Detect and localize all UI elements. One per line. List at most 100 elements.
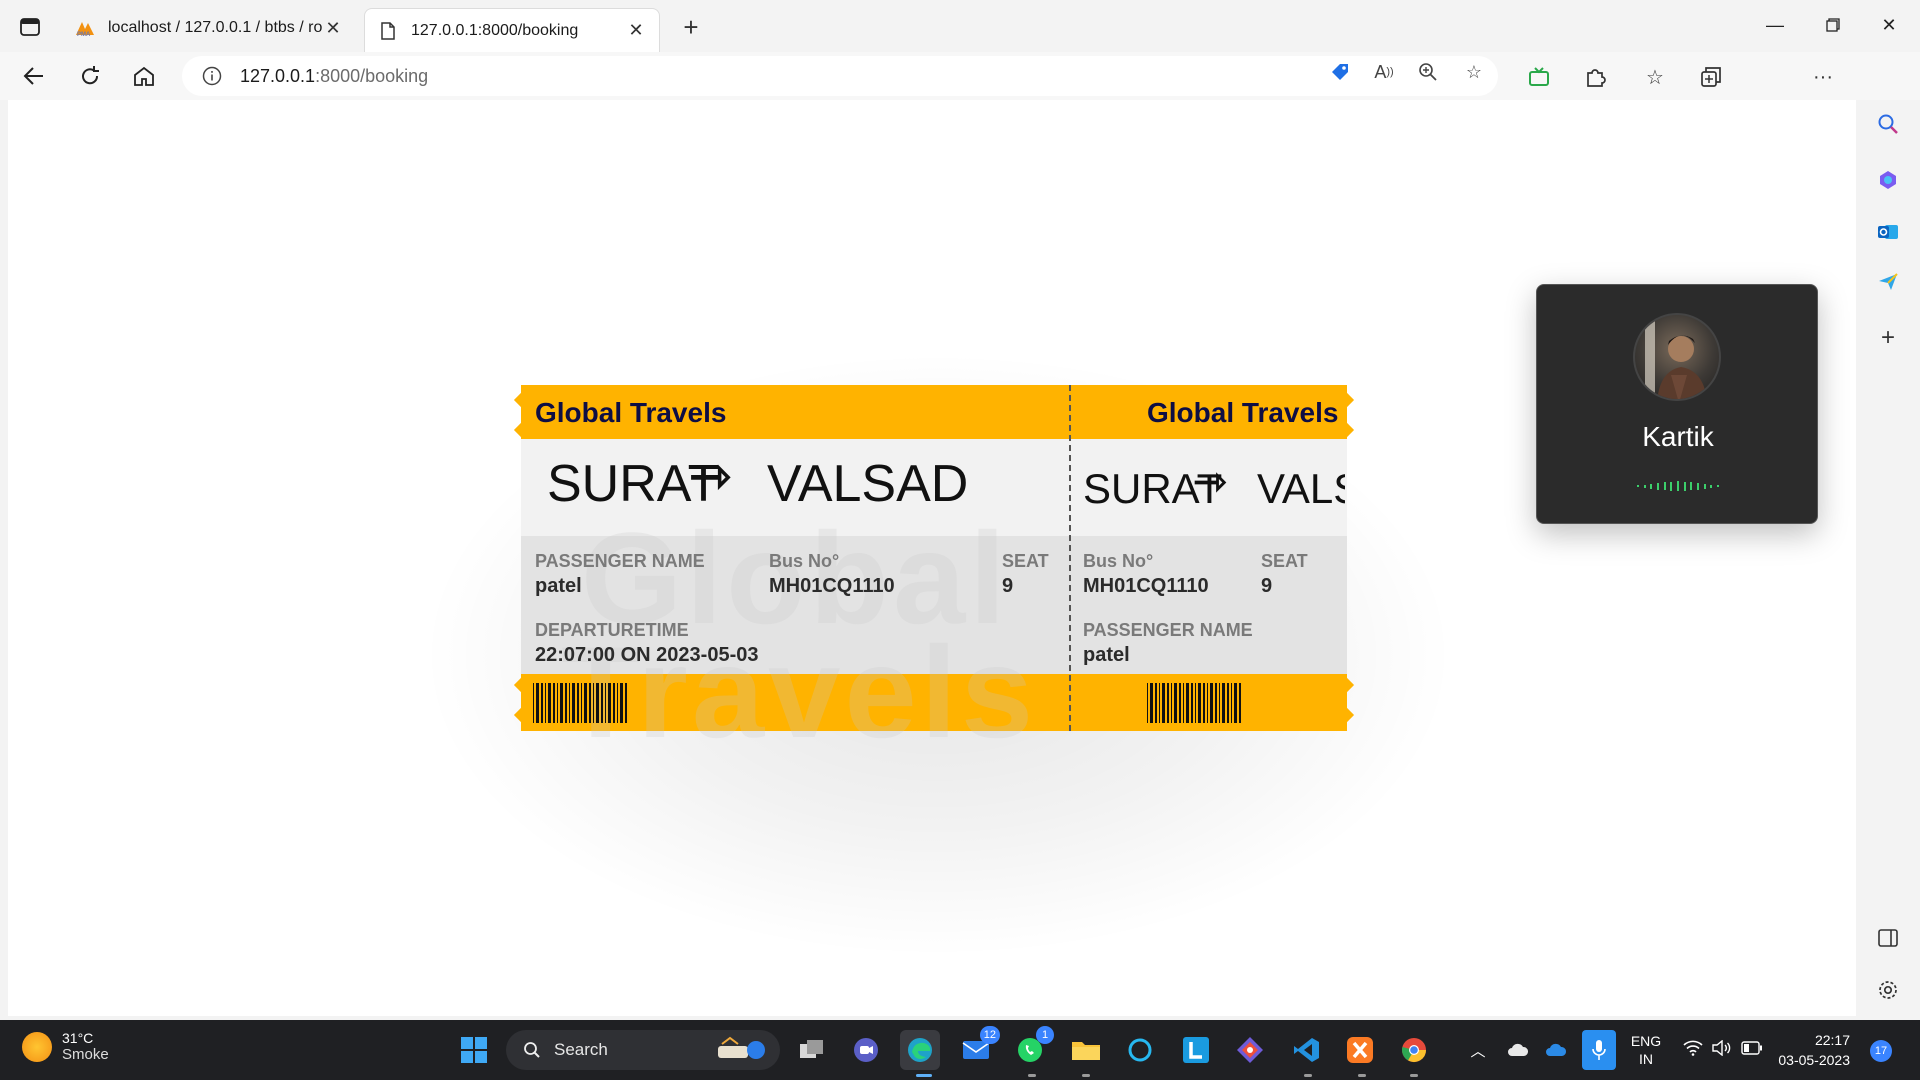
file-explorer-icon[interactable] bbox=[1066, 1030, 1106, 1070]
browser-toolbar: 127.0.0.1:8000/booking A)) ☆ ☆ ··· b bbox=[0, 52, 1920, 146]
cloud-icon[interactable] bbox=[1504, 1030, 1532, 1070]
bus-no-value-stub: MH01CQ1110 bbox=[1083, 575, 1209, 597]
arrow-right-icon: ⇾ bbox=[689, 448, 731, 504]
search-highlight-icon bbox=[712, 1036, 770, 1069]
system-clock[interactable]: 22:17 03-05-2023 bbox=[1776, 1030, 1850, 1070]
shopping-tag-icon[interactable] bbox=[1326, 60, 1354, 84]
whatsapp-icon[interactable]: 1 bbox=[1010, 1026, 1054, 1070]
close-tab-icon[interactable]: ✕ bbox=[625, 20, 647, 42]
wave-bar bbox=[1663, 482, 1666, 490]
more-options-icon[interactable]: ··· bbox=[1808, 62, 1838, 92]
seat-label-stub: SEAT bbox=[1261, 551, 1308, 571]
favorites-icon[interactable]: ☆ bbox=[1640, 62, 1670, 92]
language-indicator[interactable]: ENG IN bbox=[1626, 1030, 1666, 1070]
tab-phpmyadmin[interactable]: PMA localhost / 127.0.0.1 / btbs / rout … bbox=[62, 8, 356, 48]
xampp-icon[interactable] bbox=[1340, 1030, 1380, 1070]
microphone-icon[interactable] bbox=[1582, 1030, 1616, 1070]
vscode-icon[interactable] bbox=[1286, 1030, 1326, 1070]
tab-booking[interactable]: 127.0.0.1:8000/booking ✕ bbox=[364, 8, 660, 52]
edge-browser-icon[interactable] bbox=[900, 1030, 940, 1070]
barcode bbox=[533, 683, 629, 723]
chrome-icon[interactable] bbox=[1394, 1030, 1434, 1070]
running-indicator bbox=[1410, 1074, 1418, 1077]
back-arrow-icon[interactable] bbox=[16, 58, 52, 94]
bus-no-value: MH01CQ1110 bbox=[769, 575, 895, 597]
passenger-name-value: patel bbox=[535, 575, 582, 597]
wave-bar bbox=[1716, 485, 1719, 487]
info-icon[interactable] bbox=[200, 64, 224, 88]
sun-haze-icon bbox=[22, 1031, 52, 1062]
url-text[interactable]: 127.0.0.1:8000/booking bbox=[240, 66, 428, 87]
send-icon[interactable] bbox=[1872, 266, 1904, 298]
new-tab-button[interactable]: + bbox=[676, 12, 706, 42]
brand-title: Global Travels bbox=[535, 397, 727, 428]
notification-count-badge[interactable]: 17 bbox=[1870, 1040, 1892, 1062]
running-indicator bbox=[1304, 1074, 1312, 1077]
passenger-name-label: PASSENGER NAME bbox=[535, 551, 705, 571]
taskbar-search[interactable]: Search bbox=[506, 1030, 780, 1070]
language-code: ENG bbox=[1630, 1033, 1662, 1049]
wave-bar bbox=[1670, 481, 1673, 491]
search-icon[interactable] bbox=[1872, 108, 1904, 140]
git-app-icon[interactable] bbox=[1230, 1030, 1270, 1070]
search-placeholder: Search bbox=[554, 1040, 608, 1059]
add-favorite-icon[interactable]: ☆ bbox=[1460, 60, 1488, 84]
wave-bar bbox=[1637, 485, 1639, 487]
restore-button[interactable] bbox=[1810, 10, 1856, 40]
outlook-icon[interactable] bbox=[1872, 216, 1904, 248]
show-hidden-icons-icon[interactable]: ︿ bbox=[1466, 1030, 1490, 1070]
tab-actions-icon[interactable] bbox=[14, 14, 46, 40]
windows-taskbar: 31°C Smoke Search 12 1 ︿ ENG IN 22:17 03… bbox=[0, 1020, 1920, 1080]
task-view-icon[interactable] bbox=[792, 1030, 832, 1070]
copilot-icon[interactable] bbox=[1872, 164, 1904, 196]
zoom-icon[interactable] bbox=[1414, 60, 1442, 84]
wave-bar bbox=[1650, 483, 1653, 489]
onedrive-icon[interactable] bbox=[1542, 1030, 1570, 1070]
wave-bar bbox=[1690, 482, 1693, 490]
passenger-name-label-stub: PASSENGER NAME bbox=[1083, 620, 1253, 640]
wave-bar bbox=[1703, 483, 1706, 489]
weather-temperature: 31°C bbox=[62, 1030, 94, 1046]
windows-start-icon[interactable] bbox=[454, 1030, 494, 1070]
mail-badge: 12 bbox=[979, 1026, 1000, 1044]
address-bar[interactable]: 127.0.0.1:8000/booking bbox=[182, 56, 1498, 96]
cortana-icon[interactable] bbox=[1120, 1030, 1160, 1070]
read-aloud-icon[interactable]: A)) bbox=[1370, 60, 1398, 84]
collections-icon[interactable] bbox=[1696, 62, 1726, 92]
seat-value-stub: 9 bbox=[1261, 575, 1273, 597]
l-app-icon[interactable] bbox=[1176, 1030, 1216, 1070]
add-icon[interactable]: + bbox=[1872, 322, 1904, 354]
bus-ticket: Global Travels Global Travels Global Tra… bbox=[513, 385, 1355, 765]
close-tab-icon[interactable]: ✕ bbox=[322, 17, 344, 39]
mail-icon[interactable]: 12 bbox=[956, 1026, 1000, 1070]
weather-description: Smoke bbox=[62, 1046, 109, 1063]
minimize-button[interactable]: — bbox=[1752, 10, 1798, 40]
call-popup[interactable]: Kartik bbox=[1536, 284, 1818, 524]
brand-title-stub: Global Travels bbox=[1147, 397, 1339, 428]
tv-icon[interactable] bbox=[1524, 62, 1554, 92]
page-icon bbox=[377, 20, 399, 42]
page-viewport: Global Travels Global Travels Global Tra… bbox=[8, 100, 1856, 1016]
phpmyadmin-icon: PMA bbox=[74, 17, 96, 39]
teams-chat-icon[interactable] bbox=[846, 1030, 886, 1070]
region-code: IN bbox=[1639, 1051, 1653, 1067]
caller-avatar bbox=[1633, 313, 1721, 401]
search-icon bbox=[522, 1040, 542, 1060]
refresh-icon[interactable] bbox=[72, 58, 108, 94]
battery-icon bbox=[1741, 1041, 1763, 1059]
tab-strip: PMA localhost / 127.0.0.1 / btbs / rout … bbox=[0, 0, 1920, 52]
wave-bar bbox=[1656, 482, 1659, 490]
departure-time-value: 22:07:00 ON 2023-05-03 bbox=[535, 644, 759, 666]
system-status-group[interactable] bbox=[1678, 1030, 1768, 1070]
wave-bar bbox=[1643, 484, 1646, 488]
close-window-button[interactable]: ✕ bbox=[1866, 10, 1912, 40]
edge-sidebar: + bbox=[1856, 100, 1920, 1016]
extensions-icon[interactable] bbox=[1580, 62, 1610, 92]
home-icon[interactable] bbox=[126, 58, 162, 94]
weather-widget[interactable]: 31°C Smoke bbox=[22, 1030, 109, 1063]
sidebar-toggle-icon[interactable] bbox=[1872, 922, 1904, 954]
wave-bar bbox=[1710, 484, 1713, 488]
settings-icon[interactable] bbox=[1872, 974, 1904, 1006]
seat-value: 9 bbox=[1002, 575, 1014, 597]
tab-title: localhost / 127.0.0.1 / btbs / rout bbox=[108, 19, 322, 36]
